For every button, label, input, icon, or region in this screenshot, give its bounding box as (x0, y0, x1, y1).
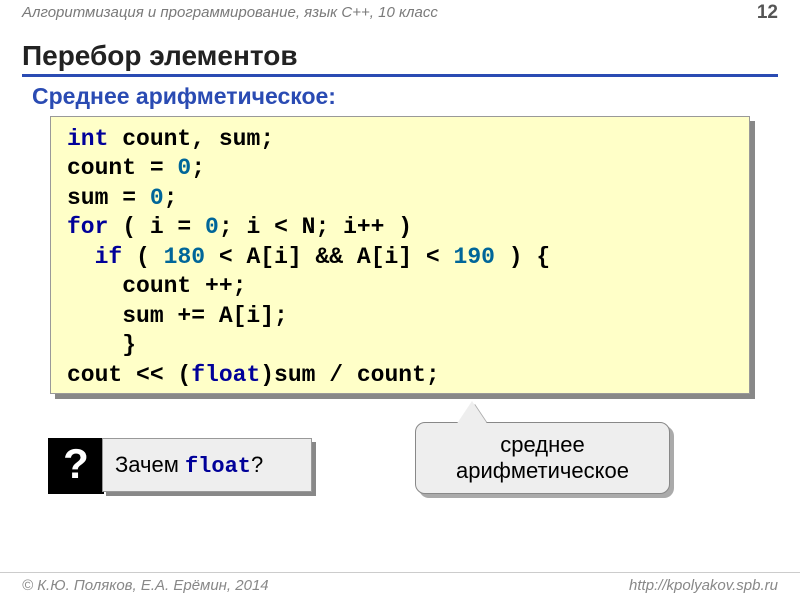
code-text: ; (164, 185, 178, 211)
question-text: Зачем (115, 452, 185, 477)
slide-header: Алгоритмизация и программирование, язык … (0, 0, 800, 30)
question-content: Зачем float? (102, 438, 312, 492)
annotations-row: ? Зачем float? среднее арифметическое (0, 412, 800, 522)
code-text: sum += A[i]; (67, 303, 288, 329)
code-text: ( i = (108, 214, 205, 240)
code-text: count ++; (67, 273, 246, 299)
num: 0 (177, 155, 191, 181)
code-text: )sum / count; (260, 362, 439, 388)
code-text: ; (191, 155, 205, 181)
code-block: int count, sum; count = 0; sum = 0; for … (50, 116, 750, 394)
question-box: Зачем float? (102, 438, 312, 492)
code-text: cout << ( (67, 362, 191, 388)
callout-box: среднее арифметическое (415, 422, 670, 494)
copyright: © К.Ю. Поляков, Е.А. Ерёмин, 2014 (22, 577, 269, 594)
slide-footer: © К.Ю. Поляков, Е.А. Ерёмин, 2014 http:/… (0, 572, 800, 600)
question-keyword: float (185, 454, 251, 479)
callout-line: арифметическое (456, 458, 629, 483)
code-text: ) { (495, 244, 550, 270)
code-text: sum = (67, 185, 150, 211)
callout-tail-icon (456, 401, 488, 425)
num: 0 (150, 185, 164, 211)
code-text: ; i < N; i++ ) (219, 214, 412, 240)
question-text: ? (251, 452, 263, 477)
kw-for: for (67, 214, 108, 240)
footer-url: http://kpolyakov.spb.ru (629, 577, 778, 594)
callout-content: среднее арифметическое (415, 422, 670, 494)
callout-line: среднее (500, 432, 584, 457)
num: 180 (164, 244, 205, 270)
num: 0 (205, 214, 219, 240)
kw-if: if (67, 244, 122, 270)
kw-float: float (191, 362, 260, 388)
code-content: int count, sum; count = 0; sum = 0; for … (50, 116, 750, 394)
course-name: Алгоритмизация и программирование, язык … (0, 4, 438, 21)
slide-title: Перебор элементов (22, 40, 778, 77)
code-text: count = (67, 155, 177, 181)
code-text: < A[i] && A[i] < (205, 244, 453, 270)
code-text: count, sum; (108, 126, 274, 152)
slide-subtitle: Среднее арифметическое: (32, 83, 778, 110)
question-mark-icon: ? (48, 438, 104, 494)
page-number: 12 (757, 2, 778, 24)
code-text: } (67, 332, 136, 358)
num: 190 (454, 244, 495, 270)
kw-int: int (67, 126, 108, 152)
code-text: ( (122, 244, 163, 270)
